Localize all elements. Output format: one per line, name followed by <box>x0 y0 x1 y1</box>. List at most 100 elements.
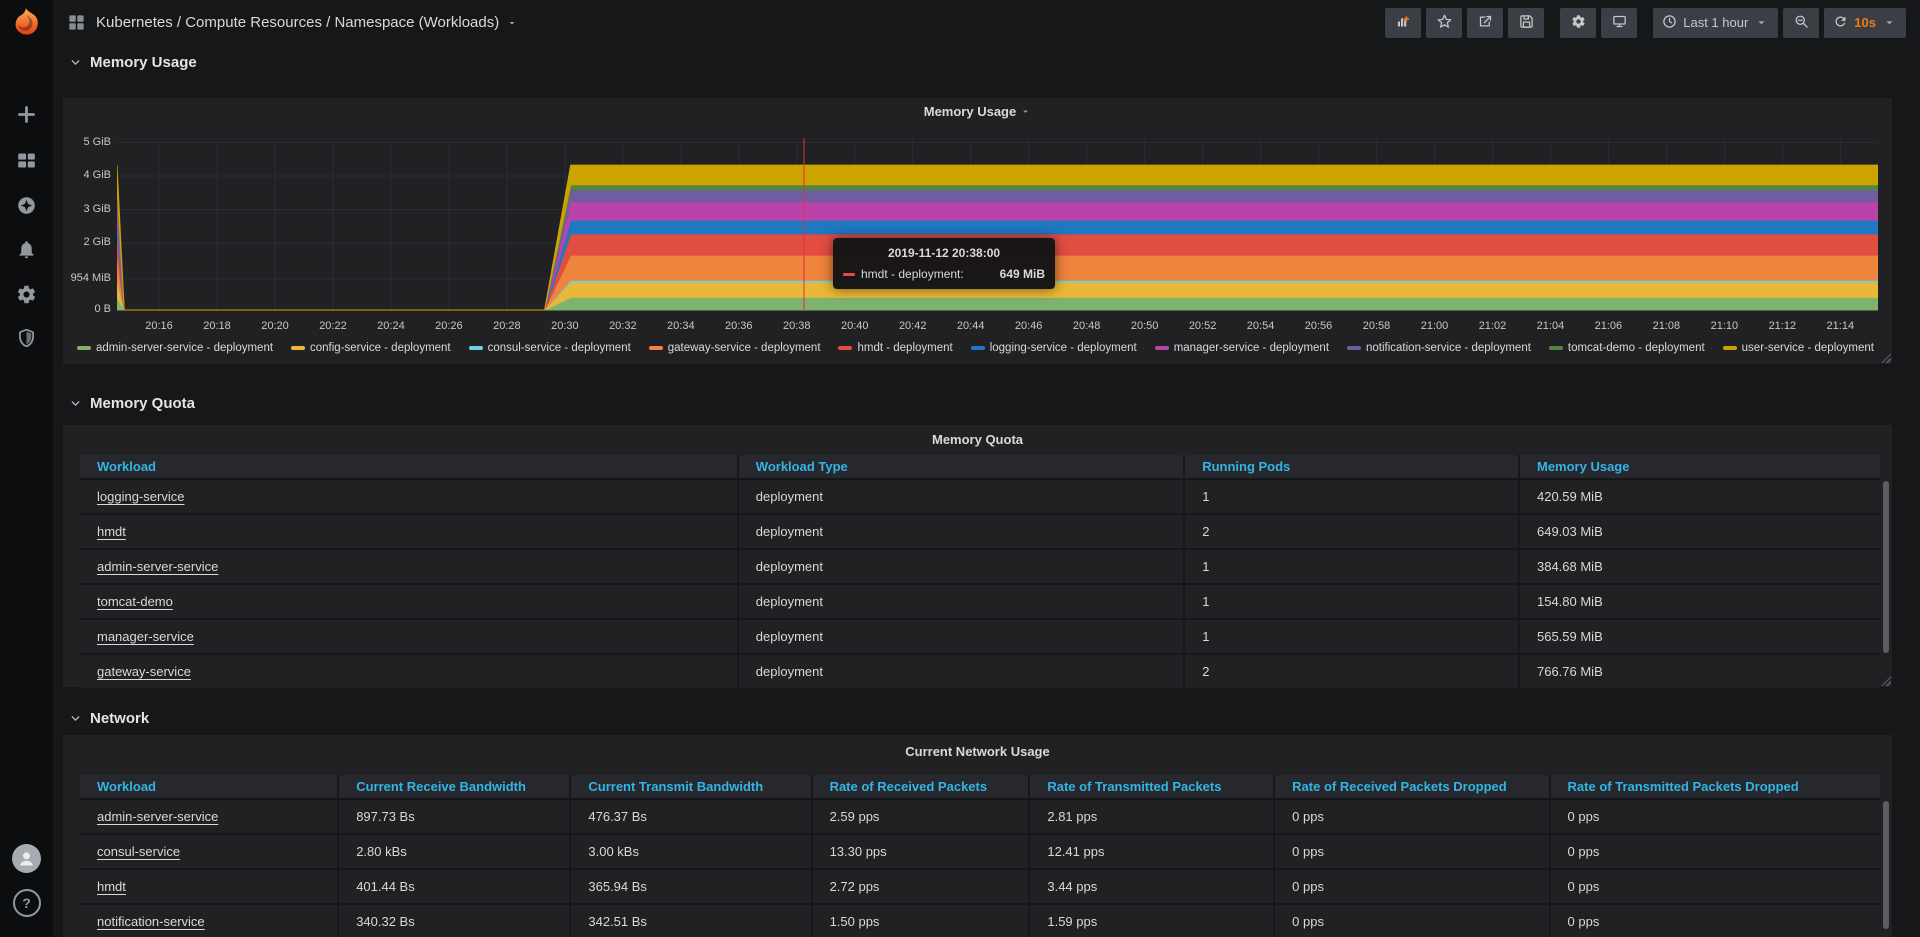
legend-item[interactable]: logging-service - deployment <box>971 342 1137 354</box>
legend-series-marker-icon <box>838 346 852 350</box>
chevron-down-icon <box>69 397 82 410</box>
table-scrollbar[interactable] <box>1883 801 1889 929</box>
y-axis-tick-label: 0 B <box>63 303 111 315</box>
table-cell: logging-service <box>80 480 739 513</box>
table-cell: 365.94 Bs <box>571 870 812 903</box>
help-icon: ? <box>13 889 41 917</box>
workload-link[interactable]: consul-service <box>97 844 180 859</box>
workload-link[interactable]: admin-server-service <box>97 559 218 574</box>
x-axis-tick-label: 21:00 <box>1411 320 1457 332</box>
legend-item[interactable]: manager-service - deployment <box>1155 342 1329 354</box>
chevron-down-icon <box>69 56 82 69</box>
x-axis-tick-label: 21:12 <box>1759 320 1805 332</box>
panel-resize-handle[interactable] <box>1881 676 1891 686</box>
x-axis-tick-label: 21:08 <box>1643 320 1689 332</box>
settings-button[interactable] <box>1560 8 1596 38</box>
panel-resize-handle[interactable] <box>1881 353 1891 363</box>
time-range-label: Last 1 hour <box>1683 15 1748 30</box>
sidebar-item-alerting[interactable] <box>0 234 53 270</box>
column-header[interactable]: Workload Type <box>739 455 1185 478</box>
column-header[interactable]: Running Pods <box>1185 455 1520 478</box>
workload-link[interactable]: logging-service <box>97 489 184 504</box>
grafana-logo[interactable] <box>9 6 43 40</box>
table-cell: 0 pps <box>1551 800 1880 833</box>
workload-link[interactable]: hmdt <box>97 524 126 539</box>
network-panel: Current Network Usage WorkloadCurrent Re… <box>63 735 1892 937</box>
legend-item[interactable]: config-service - deployment <box>291 342 451 354</box>
x-axis-tick-label: 20:24 <box>368 320 414 332</box>
sidebar-item-help[interactable]: ? <box>0 885 53 921</box>
section-header-memory-quota[interactable]: Memory Quota <box>69 395 195 412</box>
column-header[interactable]: Memory Usage <box>1520 455 1880 478</box>
legend-item[interactable]: gateway-service - deployment <box>649 342 821 354</box>
panel-title-network-usage[interactable]: Current Network Usage <box>63 744 1892 759</box>
share-button[interactable] <box>1467 8 1503 38</box>
section-header-memory-usage[interactable]: Memory Usage <box>69 54 197 71</box>
workload-link[interactable]: admin-server-service <box>97 809 218 824</box>
sidebar: ? <box>0 0 53 937</box>
column-header[interactable]: Rate of Received Packets <box>813 775 1031 798</box>
save-button[interactable] <box>1508 8 1544 38</box>
column-header[interactable]: Rate of Received Packets Dropped <box>1275 775 1550 798</box>
sidebar-item-profile[interactable] <box>0 840 53 876</box>
x-axis-tick-label: 20:48 <box>1064 320 1110 332</box>
table-cell: 476.37 Bs <box>571 800 812 833</box>
legend-item[interactable]: consul-service - deployment <box>469 342 631 354</box>
workload-link[interactable]: tomcat-demo <box>97 594 173 609</box>
workload-link[interactable]: gateway-service <box>97 664 191 679</box>
legend-series-marker-icon <box>469 346 483 350</box>
add-panel-button[interactable] <box>1385 8 1421 38</box>
legend-series-label: hmdt - deployment <box>857 342 952 354</box>
x-axis-tick-label: 20:32 <box>600 320 646 332</box>
dashboard-title-button[interactable]: Kubernetes / Compute Resources / Namespa… <box>96 14 518 31</box>
star-button[interactable] <box>1426 8 1462 38</box>
table-cell: 2.80 kBs <box>339 835 571 868</box>
legend-item[interactable]: notification-service - deployment <box>1347 342 1531 354</box>
workload-link[interactable]: notification-service <box>97 914 205 929</box>
x-axis-tick-label: 20:44 <box>948 320 994 332</box>
sidebar-item-dashboards[interactable] <box>0 145 53 181</box>
table-row: hmdt401.44 Bs365.94 Bs2.72 pps3.44 pps0 … <box>80 868 1880 903</box>
legend-series-label: user-service - deployment <box>1742 342 1874 354</box>
workload-link[interactable]: hmdt <box>97 879 126 894</box>
section-header-network[interactable]: Network <box>69 710 149 727</box>
table-cell: deployment <box>739 585 1185 618</box>
column-header[interactable]: Workload <box>80 455 739 478</box>
cycle-view-button[interactable] <box>1601 8 1637 38</box>
table-cell: 649.03 MiB <box>1520 515 1880 548</box>
table-scrollbar[interactable] <box>1883 481 1889 653</box>
sidebar-item-configuration[interactable] <box>0 279 53 315</box>
memory-quota-panel: Memory Quota WorkloadWorkload TypeRunnin… <box>63 425 1892 687</box>
legend-item[interactable]: admin-server-service - deployment <box>77 342 273 354</box>
table-cell: deployment <box>739 480 1185 513</box>
column-header[interactable]: Current Receive Bandwidth <box>339 775 571 798</box>
table-row: gateway-servicedeployment2766.76 MiB <box>80 653 1880 688</box>
x-axis-tick-label: 21:14 <box>1817 320 1863 332</box>
sidebar-item-server-admin[interactable] <box>0 322 53 358</box>
legend-item[interactable]: user-service - deployment <box>1723 342 1874 354</box>
x-axis-tick-label: 21:04 <box>1527 320 1573 332</box>
table-cell: 2 <box>1185 655 1520 688</box>
bell-icon <box>16 239 37 265</box>
sidebar-item-create[interactable] <box>0 99 53 135</box>
table-row: admin-server-servicedeployment1384.68 Mi… <box>80 548 1880 583</box>
table-cell: 1 <box>1185 480 1520 513</box>
workload-link[interactable]: manager-service <box>97 629 194 644</box>
dashboards-icon <box>16 150 37 176</box>
time-range-picker[interactable]: Last 1 hour <box>1653 8 1778 38</box>
x-axis-tick-label: 20:22 <box>310 320 356 332</box>
column-header[interactable]: Workload <box>80 775 339 798</box>
dashboard-title: Kubernetes / Compute Resources / Namespa… <box>96 14 499 31</box>
refresh-picker[interactable]: 10s <box>1824 8 1906 38</box>
column-header[interactable]: Current Transmit Bandwidth <box>571 775 812 798</box>
zoom-out-button[interactable] <box>1783 8 1819 38</box>
sidebar-item-explore[interactable] <box>0 190 53 226</box>
table-cell: 1 <box>1185 550 1520 583</box>
legend-item[interactable]: tomcat-demo - deployment <box>1549 342 1705 354</box>
panel-title-memory-usage[interactable]: Memory Usage <box>63 104 1892 119</box>
panel-title-memory-quota[interactable]: Memory Quota <box>63 432 1892 447</box>
column-header[interactable]: Rate of Transmitted Packets Dropped <box>1551 775 1880 798</box>
legend-item[interactable]: hmdt - deployment <box>838 342 952 354</box>
column-header[interactable]: Rate of Transmitted Packets <box>1030 775 1275 798</box>
legend-series-label: logging-service - deployment <box>990 342 1137 354</box>
